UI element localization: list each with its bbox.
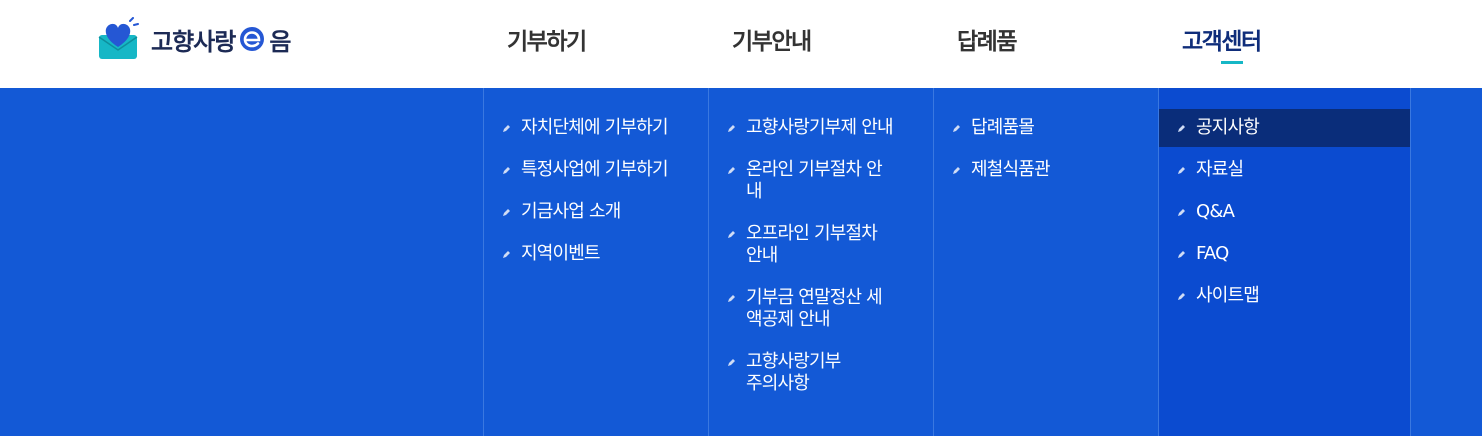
pencil-bullet-icon	[728, 295, 735, 302]
menu-item-label: 제철식품관	[971, 159, 1051, 180]
menu-item-faq[interactable]: FAQ	[1159, 235, 1410, 273]
menu-item-label: 자치단체에 기부하기	[521, 117, 669, 138]
pencil-bullet-icon	[728, 167, 735, 174]
menu-item-sitemap[interactable]: 사이트맵	[1159, 277, 1410, 315]
mega-menu-dropdown: 자치단체에 기부하기 특정사업에 기부하기 기금사업 소개 지역이벤트 고향사랑…	[0, 88, 1482, 436]
pencil-bullet-icon	[728, 231, 735, 238]
pencil-bullet-icon	[1178, 167, 1185, 174]
logo-e-icon	[240, 27, 265, 51]
pencil-bullet-icon	[1178, 293, 1185, 300]
nav-customer-center[interactable]: 고객센터	[1182, 22, 1262, 56]
menu-item-tax-deduction[interactable]: 기부금 연말정산 세액공제 안내	[709, 279, 933, 339]
menu-item-label: 답례품몰	[971, 117, 1035, 138]
menu-item-offline-procedure[interactable]: 오프라인 기부절차 안내	[709, 215, 933, 275]
menu-item-online-procedure[interactable]: 온라인 기부절차 안내	[709, 151, 933, 211]
menu-item-label: Q&A	[1196, 201, 1235, 222]
menu-item-label: 지역이벤트	[521, 243, 601, 264]
pencil-bullet-icon	[728, 125, 735, 132]
menu-item-label: 사이트맵	[1196, 285, 1260, 306]
menu-column-gifts: 답례품몰 제철식품관	[933, 88, 1158, 436]
menu-item-label: 오프라인 기부절차 안내	[746, 223, 878, 266]
menu-item-resources[interactable]: 자료실	[1159, 151, 1410, 189]
pencil-bullet-icon	[503, 209, 510, 216]
menu-column-donation-guide: 고향사랑기부제 안내 온라인 기부절차 안내 오프라인 기부절차 안내 기부금 …	[708, 88, 933, 436]
menu-item-label: 기부금 연말정산 세액공제 안내	[746, 287, 883, 330]
menu-item-qna[interactable]: Q&A	[1159, 193, 1410, 231]
menu-item-label: 온라인 기부절차 안내	[746, 159, 883, 202]
menu-item-donate-project[interactable]: 특정사업에 기부하기	[484, 151, 708, 189]
menu-item-label: 고향사랑기부 주의사항	[746, 351, 841, 394]
menu-item-label: 고향사랑기부제 안내	[746, 117, 894, 138]
pencil-bullet-icon	[1178, 251, 1185, 258]
menu-item-seasonal-food[interactable]: 제철식품관	[934, 151, 1158, 189]
nav-gifts[interactable]: 답례품	[957, 22, 1017, 56]
pencil-bullet-icon	[953, 167, 960, 174]
menu-item-label: 공지사항	[1196, 117, 1260, 138]
site-header: 고향사랑 음 기부하기 기부안내 답례품 고객센터	[0, 0, 1482, 88]
site-logo-text: 고향사랑 음	[151, 22, 291, 57]
menu-item-label: 특정사업에 기부하기	[521, 159, 669, 180]
nav-donation-guide[interactable]: 기부안내	[732, 22, 812, 56]
menu-item-cautions[interactable]: 고향사랑기부 주의사항	[709, 343, 933, 403]
menu-column-donate: 자치단체에 기부하기 특정사업에 기부하기 기금사업 소개 지역이벤트	[483, 88, 708, 436]
menu-item-label: 자료실	[1196, 159, 1244, 180]
menu-item-fund-intro[interactable]: 기금사업 소개	[484, 193, 708, 231]
pencil-bullet-icon	[503, 167, 510, 174]
menu-item-system-guide[interactable]: 고향사랑기부제 안내	[709, 109, 933, 147]
site-logo[interactable]: 고향사랑 음	[97, 17, 291, 61]
pencil-bullet-icon	[953, 125, 960, 132]
logo-text-part1: 고향사랑	[151, 27, 236, 56]
menu-item-gift-mall[interactable]: 답례품몰	[934, 109, 1158, 147]
logo-text-part2: 음	[269, 27, 291, 56]
pencil-bullet-icon	[1178, 125, 1185, 132]
pencil-bullet-icon	[1178, 209, 1185, 216]
menu-column-customer-center: 공지사항 자료실 Q&A FAQ 사이트맵	[1158, 88, 1411, 436]
pencil-bullet-icon	[503, 251, 510, 258]
nav-active-indicator	[1221, 61, 1243, 64]
pencil-bullet-icon	[728, 359, 735, 366]
menu-item-label: FAQ	[1196, 243, 1229, 264]
menu-item-notices[interactable]: 공지사항	[1159, 109, 1410, 147]
pencil-bullet-icon	[503, 125, 510, 132]
nav-donate[interactable]: 기부하기	[507, 22, 587, 56]
menu-item-donate-local-gov[interactable]: 자치단체에 기부하기	[484, 109, 708, 147]
heart-envelope-logo-icon	[98, 17, 139, 59]
menu-item-local-events[interactable]: 지역이벤트	[484, 235, 708, 273]
menu-item-label: 기금사업 소개	[521, 201, 621, 222]
